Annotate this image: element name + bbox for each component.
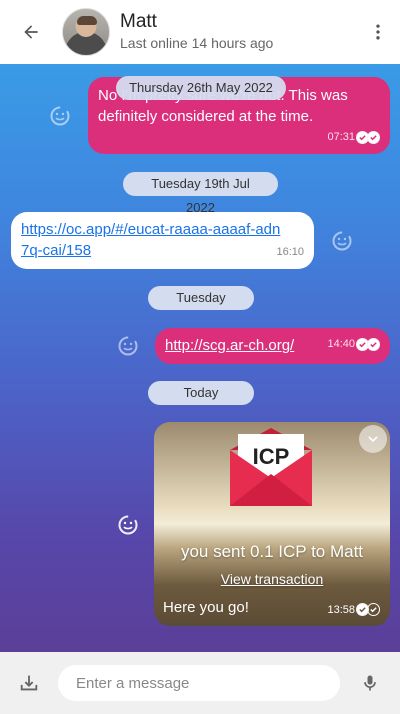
crypto-transfer-message[interactable]: ICP you sent 0.1 ICP to Matt View transa… [154,422,390,626]
date-separator: Thursday 26th May 2022 [116,76,286,100]
message-time: 14:40 [327,338,355,350]
view-transaction-link[interactable]: View transaction [154,571,390,587]
upload-icon [20,675,38,691]
date-separator: Tuesday 19th Jul 2022 [123,172,278,215]
message-time: 16:10 [276,246,304,258]
message-list[interactable]: No I'm pretty sure we're not. This was d… [0,64,400,652]
double-check-icon [356,338,380,351]
contact-name: Matt [120,11,157,32]
envelope-label: ICP [252,444,290,469]
message-incoming[interactable]: https://oc.app/#/eucat-raaaa-aaaaf-adn7q… [11,212,314,269]
message-link[interactable]: http://scg.ar-ch.org/ [165,337,294,354]
attach-button[interactable] [0,652,58,714]
add-reaction-icon[interactable] [48,104,72,128]
menu-button[interactable] [356,0,400,64]
message-link[interactable]: https://oc.app/#/eucat-raaaa-aaaaf-adn7q… [21,219,283,261]
message-meta: 13:58 [327,603,380,616]
arrow-left-icon [24,25,38,39]
message-time: 13:58 [327,603,355,616]
last-online-status: Last online 14 hours ago [120,35,274,51]
microphone-icon [364,675,376,691]
add-reaction-icon[interactable] [116,513,140,537]
add-reaction-icon[interactable] [330,229,354,253]
avatar[interactable] [62,8,110,56]
message-input[interactable] [58,665,340,701]
message-composer [0,652,400,714]
double-check-icon [356,603,380,616]
microphone-button[interactable] [340,652,400,714]
message-outgoing[interactable]: http://scg.ar-ch.org/ 14:40 [155,328,390,364]
message-meta: 07:31 [327,127,380,148]
back-button[interactable] [0,0,62,64]
chevron-down-icon [368,436,378,443]
message-text: Here you go! [163,599,249,616]
contact-info[interactable]: Matt Last online 14 hours ago [120,11,356,53]
transfer-summary: you sent 0.1 ICP to Matt [180,542,364,561]
message-meta: 16:10 [276,242,304,263]
add-reaction-icon[interactable] [116,334,140,358]
date-separator: Today [148,381,254,405]
message-time: 07:31 [327,131,355,143]
chat-header: Matt Last online 14 hours ago [0,0,400,64]
kebab-menu-icon [376,24,380,40]
double-check-icon [356,131,380,144]
expand-button[interactable] [359,425,387,453]
message-meta: 14:40 [327,334,380,355]
date-separator: Tuesday [148,286,254,310]
